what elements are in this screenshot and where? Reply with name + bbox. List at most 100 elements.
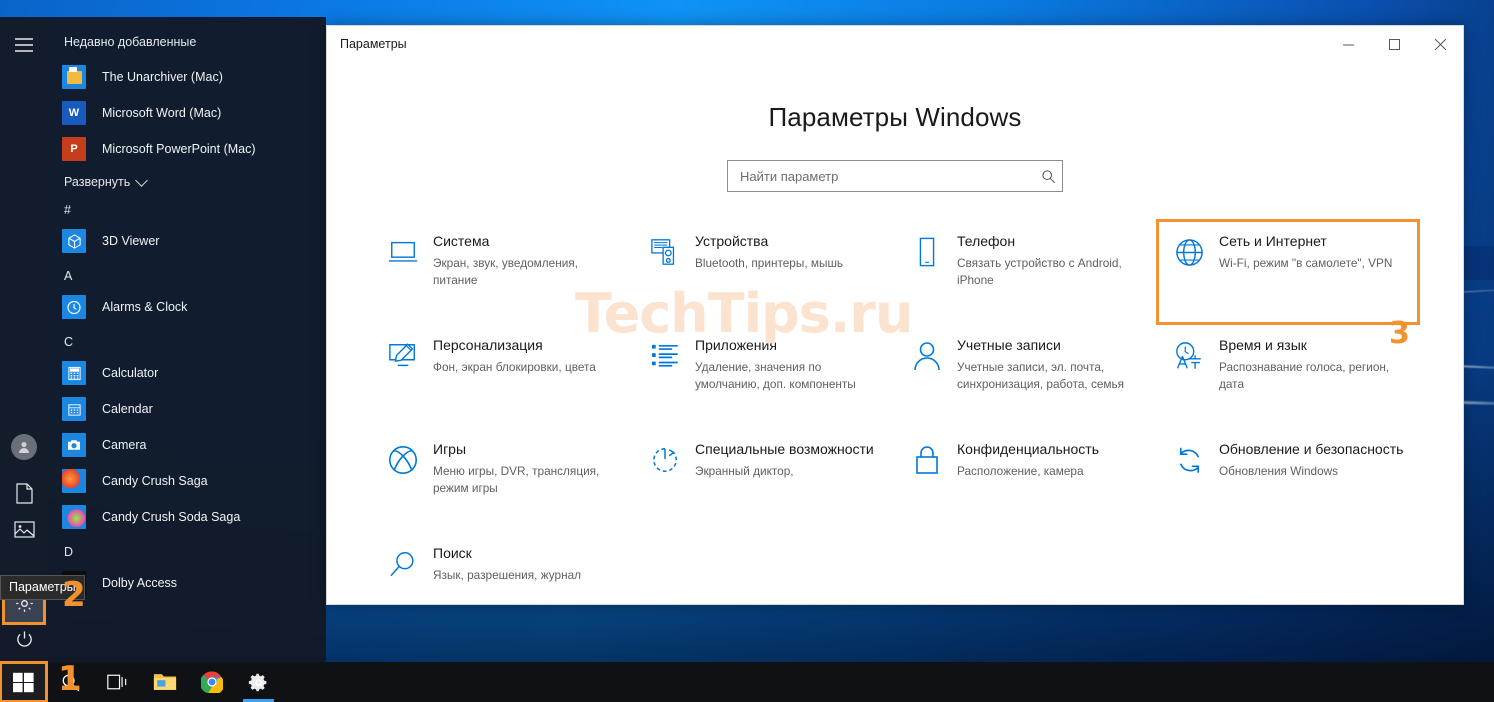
list-item[interactable]: Alarms & Clock bbox=[48, 289, 326, 325]
category-title: Сеть и Интернет bbox=[1219, 233, 1327, 249]
app-label: Alarms & Clock bbox=[102, 300, 188, 314]
pictures-icon[interactable] bbox=[4, 509, 44, 549]
search-area bbox=[327, 160, 1463, 192]
taskbar bbox=[0, 661, 1494, 702]
list-item[interactable]: P Microsoft PowerPoint (Mac) bbox=[48, 131, 326, 167]
gear-icon bbox=[248, 673, 267, 691]
category-system[interactable]: Система Экран, звук, уведомления, питани… bbox=[371, 220, 633, 324]
group-letter-a[interactable]: A bbox=[48, 259, 326, 289]
start-button[interactable] bbox=[0, 661, 48, 702]
category-gaming[interactable]: Игры Меню игры, DVR, трансляция, режим и… bbox=[371, 428, 633, 532]
category-time-language[interactable]: Время и язык Распознавание голоса, регио… bbox=[1157, 324, 1419, 428]
category-desc: Удаление, значения по умолчанию, доп. ко… bbox=[695, 360, 856, 392]
category-desc: Меню игры, DVR, трансляция, режим игры bbox=[433, 464, 600, 496]
laptop-icon bbox=[383, 232, 423, 272]
page-title: Параметры Windows bbox=[768, 102, 1022, 132]
category-apps[interactable]: Приложения Удаление, значения по умолчан… bbox=[633, 324, 895, 428]
list-item[interactable]: Dolby Access bbox=[48, 565, 326, 601]
chevron-down-icon bbox=[135, 173, 149, 187]
list-item[interactable]: The Unarchiver (Mac) bbox=[48, 59, 326, 95]
calculator-icon bbox=[62, 361, 86, 385]
search-icon[interactable] bbox=[1034, 169, 1062, 184]
candy-crush-icon bbox=[62, 469, 86, 493]
recently-added-header: Недавно добавленные bbox=[64, 35, 197, 49]
category-desc: Расположение, камера bbox=[957, 464, 1084, 478]
category-phone[interactable]: Телефон Связать устройство с Android, iP… bbox=[895, 220, 1157, 324]
word-icon: W bbox=[62, 101, 86, 125]
category-desc: Обновления Windows bbox=[1219, 464, 1339, 478]
category-personalization[interactable]: Персонализация Фон, экран блокировки, цв… bbox=[371, 324, 633, 428]
maximize-icon[interactable] bbox=[1371, 26, 1417, 62]
settings-taskbar-button[interactable] bbox=[235, 662, 282, 702]
category-desc: Связать устройство с Android, iPhone bbox=[957, 256, 1122, 288]
search-box[interactable] bbox=[727, 160, 1063, 192]
group-letter-c[interactable]: C bbox=[48, 325, 326, 355]
camera-icon bbox=[62, 433, 86, 457]
category-title: Конфиденциальность bbox=[957, 441, 1100, 457]
user-avatar-icon[interactable] bbox=[4, 427, 44, 467]
category-desc: Язык, разрешения, журнал bbox=[433, 568, 582, 582]
app-label: Candy Crush Saga bbox=[102, 474, 208, 488]
documents-icon[interactable] bbox=[4, 473, 44, 513]
category-title: Поиск bbox=[433, 545, 472, 561]
app-label: Camera bbox=[102, 438, 147, 452]
time-language-icon bbox=[1169, 336, 1209, 376]
annotation-step-2: 2 bbox=[62, 575, 86, 615]
magnifier-icon bbox=[383, 544, 423, 584]
category-update-security[interactable]: Обновление и безопасность Обновления Win… bbox=[1157, 428, 1419, 532]
list-item[interactable]: Calculator bbox=[48, 355, 326, 391]
accessibility-icon bbox=[645, 440, 685, 480]
avatar bbox=[11, 434, 37, 460]
start-menu-rail bbox=[0, 17, 48, 662]
clock-icon bbox=[62, 295, 86, 319]
phone-icon bbox=[907, 232, 947, 272]
category-desc: Bluetooth, принтеры, мышь bbox=[695, 256, 844, 270]
unarchiver-icon bbox=[62, 65, 86, 89]
group-letter-d[interactable]: D bbox=[48, 535, 326, 565]
file-explorer-button[interactable] bbox=[141, 662, 188, 702]
list-item[interactable]: Camera bbox=[48, 427, 326, 463]
close-icon[interactable] bbox=[1417, 26, 1463, 62]
category-network-internet[interactable]: Сеть и Интернет Wi-Fi, режим "в самолете… bbox=[1156, 219, 1420, 325]
list-item[interactable]: W Microsoft Word (Mac) bbox=[48, 95, 326, 131]
group-letter-hash[interactable]: # bbox=[48, 193, 326, 223]
chrome-button[interactable] bbox=[188, 662, 235, 702]
category-desc: Учетные записи, эл. почта, синхронизация… bbox=[957, 360, 1125, 392]
list-item[interactable]: Candy Crush Saga bbox=[48, 463, 326, 499]
category-title: Приложения bbox=[695, 337, 777, 353]
category-title: Учетные записи bbox=[957, 337, 1061, 353]
app-label: Calculator bbox=[102, 366, 159, 380]
desktop-screen: Параметры Недавно добавленные The Unarch… bbox=[0, 0, 1494, 702]
category-accounts[interactable]: Учетные записи Учетные записи, эл. почта… bbox=[895, 324, 1157, 428]
list-item[interactable]: 3D Viewer bbox=[48, 223, 326, 259]
start-menu-app-list[interactable]: Недавно добавленные The Unarchiver (Mac)… bbox=[48, 17, 326, 662]
category-search[interactable]: Поиск Язык, разрешения, журнал bbox=[371, 532, 633, 595]
category-desc: Экранный диктор, bbox=[695, 464, 794, 478]
expand-label: Развернуть bbox=[64, 175, 131, 189]
category-desc: Фон, экран блокировки, цвета bbox=[433, 360, 596, 374]
category-title: Телефон bbox=[957, 233, 1016, 249]
category-desc: Распознавание голоса, регион, дата bbox=[1219, 360, 1390, 392]
personalization-icon bbox=[383, 336, 423, 376]
expand-button[interactable]: Развернуть bbox=[48, 167, 326, 193]
word-icon-letter: W bbox=[68, 107, 80, 119]
power-icon[interactable] bbox=[4, 619, 44, 659]
category-devices[interactable]: Устройства Bluetooth, принтеры, мышь bbox=[633, 220, 895, 324]
category-title: Игры bbox=[433, 441, 467, 457]
app-label: Candy Crush Soda Saga bbox=[102, 510, 241, 524]
hamburger-icon[interactable] bbox=[4, 25, 44, 65]
minimize-icon[interactable] bbox=[1325, 26, 1371, 62]
list-item[interactable]: Calendar bbox=[48, 391, 326, 427]
task-view-button[interactable] bbox=[94, 662, 141, 702]
globe-icon bbox=[1169, 232, 1209, 272]
search-input[interactable] bbox=[728, 168, 1034, 184]
category-accessibility[interactable]: Специальные возможности Экранный диктор, bbox=[633, 428, 895, 532]
category-privacy[interactable]: Конфиденциальность Расположение, камера bbox=[895, 428, 1157, 532]
xbox-icon bbox=[383, 440, 423, 480]
apps-list-icon bbox=[645, 336, 685, 376]
start-menu: Параметры Недавно добавленные The Unarch… bbox=[0, 17, 326, 662]
window-titlebar[interactable]: Параметры bbox=[327, 26, 1463, 62]
list-item[interactable]: Candy Crush Soda Saga bbox=[48, 499, 326, 535]
annotation-step-1: 1 bbox=[58, 659, 82, 699]
category-title: Персонализация bbox=[433, 337, 543, 353]
